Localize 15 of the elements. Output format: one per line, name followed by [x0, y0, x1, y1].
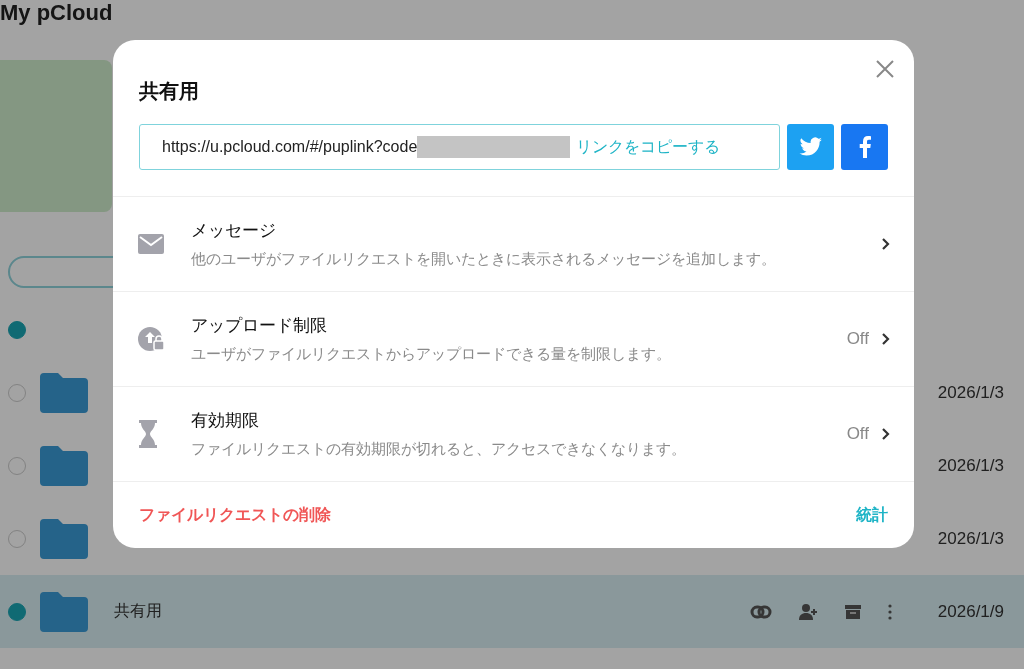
date-text: 2026/1/3 [937, 528, 1004, 549]
option-title: メッセージ [191, 220, 276, 242]
date-text: 2026/1/3 [937, 455, 1004, 476]
option-title: 有効期限 [191, 410, 259, 432]
option-value: Off [846, 424, 869, 444]
option-description: 他のユーザがファイルリクエストを開いたときに表示されるメッセージを追加します。 [191, 250, 776, 269]
option-title: アップロード制限 [191, 315, 327, 337]
dialog-title: 共有用 [139, 79, 199, 104]
page-title: My pCloud [0, 0, 114, 27]
date-text: 2026/1/3 [937, 382, 1004, 403]
file-name: 共有用 [114, 601, 162, 621]
option-description: ファイルリクエストの有効期限が切れると、アクセスできなくなります。 [191, 440, 686, 459]
date-text: 2026/1/9 [937, 601, 1004, 622]
option-value: Off [846, 329, 869, 349]
option-description: ユーザがファイルリクエストからアップロードできる量を制限します。 [191, 345, 671, 364]
